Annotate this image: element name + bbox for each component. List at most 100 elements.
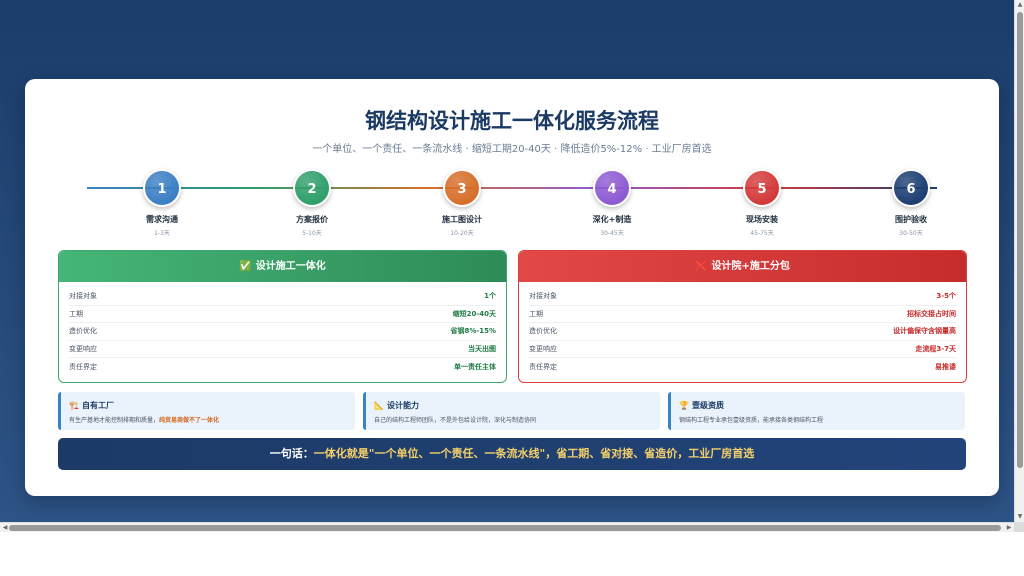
integrated-panel-rows: 对接对象 1个 工期 缩短20-40天 造价优化 省钢8%-15% 变更响应 当天出图 …: [59, 282, 506, 376]
vertical-scroll-thumb[interactable]: [1017, 12, 1023, 468]
row-label: 造价优化: [69, 327, 97, 336]
step-1: 1 需求沟通 1-3天: [122, 169, 202, 237]
separate-panel-title: 设计院+施工分包: [711, 261, 790, 272]
step-4: 4 深化+制造 30-45天: [572, 169, 652, 237]
feature-desc-text: 自己的结构工程师团队，不是外包给设计院，深化与制造协同: [374, 417, 537, 424]
page-title: 钢结构设计施工一体化服务流程: [365, 109, 659, 133]
feature-title-text: 壹级资质: [691, 401, 724, 410]
row-label: 变更响应: [69, 344, 97, 353]
row-label: 对接对象: [69, 292, 97, 301]
feature-title-text: 自有工厂: [81, 401, 114, 410]
horizontal-scrollbar[interactable]: ◀ ▶: [0, 522, 1014, 532]
row-label: 责任界定: [529, 362, 557, 371]
feature-description: 钢结构工程专业承包壹级资质，能承接各类钢结构工程: [679, 415, 957, 424]
row-value: 招标交接占时间: [907, 309, 956, 318]
step-duration: 30-50天: [899, 230, 923, 237]
row-label: 责任界定: [69, 362, 97, 371]
integrated-panel: ✅ 设计施工一体化 对接对象 1个 工期 缩短20-40天 造价优化 省钢8%-15% …: [58, 250, 507, 383]
feature-qualification: 🏆 壹级资质 钢结构工程专业承包壹级资质，能承接各类钢结构工程: [668, 392, 965, 430]
crane-icon: 🏗️: [69, 401, 79, 410]
row-label: 造价优化: [529, 327, 557, 336]
triangle-ruler-icon: 📐: [374, 401, 384, 410]
summary-banner: 一句话：一体化就是"一个单位、一个责任、一条流水线"，省工期、省对接、省造价，工…: [58, 438, 966, 470]
step-number-circle: 2: [293, 169, 331, 207]
scroll-down-arrow-icon[interactable]: ▼: [1015, 512, 1024, 522]
feature-description: 有生产基地才能控制排期和质量，纯贸易商做不了一体化: [69, 415, 347, 424]
feature-title: 🏗️ 自有工厂: [69, 400, 347, 411]
row-value: 走流程3-7天: [915, 344, 956, 353]
comparison-row: 工期 招标交接占时间: [529, 306, 956, 323]
scroll-up-arrow-icon[interactable]: ▲: [1015, 0, 1024, 10]
step-2: 2 方案报价 5-10天: [272, 169, 352, 237]
row-value: 单一责任主体: [454, 362, 496, 371]
step-name: 需求沟通: [146, 215, 178, 224]
step-number-circle: 1: [143, 169, 181, 207]
feature-title: 📐 设计能力: [374, 400, 652, 411]
page-subtitle: 一个单位、一个责任、一条流水线 · 缩短工期20-40天 · 降低造价5%-12…: [312, 144, 712, 155]
steps-connector-line: [87, 187, 937, 189]
row-label: 变更响应: [529, 344, 557, 353]
row-value: 易推诿: [935, 362, 956, 371]
page-viewport: 钢结构设计施工一体化服务流程 一个单位、一个责任、一条流水线 · 缩短工期20-…: [0, 0, 1014, 522]
horizontal-scroll-thumb[interactable]: [9, 525, 1001, 531]
check-icon: ✅: [239, 261, 252, 272]
comparison-row: 造价优化 省钢8%-15%: [69, 323, 496, 341]
feature-design-capability: 📐 设计能力 自己的结构工程师团队，不是外包给设计院，深化与制造协同: [363, 392, 660, 430]
row-label: 对接对象: [529, 292, 557, 301]
comparison-row: 对接对象 3-5个: [529, 288, 956, 306]
step-name: 现场安装: [746, 215, 778, 224]
comparison-row: 造价优化 设计偏保守含钢量高: [529, 323, 956, 341]
separate-panel: ❌ 设计院+施工分包 对接对象 3-5个 工期 招标交接占时间 造价优化 设计偏保守含钢…: [518, 250, 967, 383]
row-value: 省钢8%-15%: [450, 327, 496, 336]
step-duration: 5-10天: [302, 230, 322, 237]
step-name: 施工图设计: [442, 215, 482, 224]
step-duration: 45-75天: [750, 230, 774, 237]
comparison-row: 变更响应 当天出图: [69, 341, 496, 358]
feature-title-text: 设计能力: [386, 401, 419, 410]
row-value: 设计偏保守含钢量高: [893, 327, 956, 336]
integrated-panel-header: ✅ 设计施工一体化: [59, 251, 506, 282]
step-name: 方案报价: [296, 215, 328, 224]
trophy-icon: 🏆: [679, 401, 689, 410]
comparison-row: 责任界定 易推诿: [529, 358, 956, 376]
cross-icon: ❌: [695, 261, 708, 272]
feature-title: 🏆 壹级资质: [679, 400, 957, 411]
scrollbar-corner: [1014, 522, 1024, 532]
row-value: 3-5个: [936, 292, 956, 301]
row-value: 当天出图: [468, 344, 496, 353]
feature-own-factory: 🏗️ 自有工厂 有生产基地才能控制排期和质量，纯贸易商做不了一体化: [58, 392, 355, 430]
step-number-circle: 6: [892, 169, 930, 207]
process-steps: 1 需求沟通 1-3天 2 方案报价 5-10天 3 施工图设计 10-20天 …: [87, 169, 937, 239]
step-number-circle: 5: [743, 169, 781, 207]
integrated-panel-title: 设计施工一体化: [255, 261, 326, 272]
step-6: 6 围护验收 30-50天: [871, 169, 951, 237]
feature-desc-text: 有生产基地才能控制排期和质量，: [69, 417, 160, 424]
step-3: 3 施工图设计 10-20天: [422, 169, 502, 237]
feature-description: 自己的结构工程师团队，不是外包给设计院，深化与制造协同: [374, 415, 652, 424]
row-value: 缩短20-40天: [452, 309, 496, 318]
step-duration: 1-3天: [154, 230, 170, 237]
step-duration: 10-20天: [450, 230, 474, 237]
vertical-scrollbar[interactable]: ▲ ▼: [1014, 0, 1024, 522]
scroll-right-arrow-icon[interactable]: ▶: [1004, 523, 1014, 533]
comparison-row: 责任界定 单一责任主体: [69, 358, 496, 376]
separate-panel-rows: 对接对象 3-5个 工期 招标交接占时间 造价优化 设计偏保守含钢量高 变更响应 走流程…: [519, 282, 966, 376]
summary-text: 一体化就是"一个单位、一个责任、一条流水线"，省工期、省对接、省造价，工业厂房首…: [313, 447, 755, 460]
process-card: 钢结构设计施工一体化服务流程 一个单位、一个责任、一条流水线 · 缩短工期20-…: [25, 79, 999, 496]
row-label: 工期: [529, 309, 543, 318]
step-name: 深化+制造: [592, 215, 632, 224]
step-number-circle: 3: [443, 169, 481, 207]
separate-panel-header: ❌ 设计院+施工分包: [519, 251, 966, 282]
step-number-circle: 4: [593, 169, 631, 207]
step-name: 围护验收: [895, 215, 927, 224]
feature-desc-highlight: 纯贸易商做不了一体化: [159, 417, 220, 424]
comparison-row: 工期 缩短20-40天: [69, 306, 496, 323]
comparison-row: 对接对象 1个: [69, 288, 496, 306]
feature-desc-text: 钢结构工程专业承包壹级资质，能承接各类钢结构工程: [679, 417, 824, 424]
row-label: 工期: [69, 309, 83, 318]
comparison-row: 变更响应 走流程3-7天: [529, 341, 956, 358]
step-duration: 30-45天: [600, 230, 624, 237]
step-5: 5 现场安装 45-75天: [722, 169, 802, 237]
row-value: 1个: [484, 292, 496, 301]
summary-prefix: 一句话：: [269, 447, 314, 460]
